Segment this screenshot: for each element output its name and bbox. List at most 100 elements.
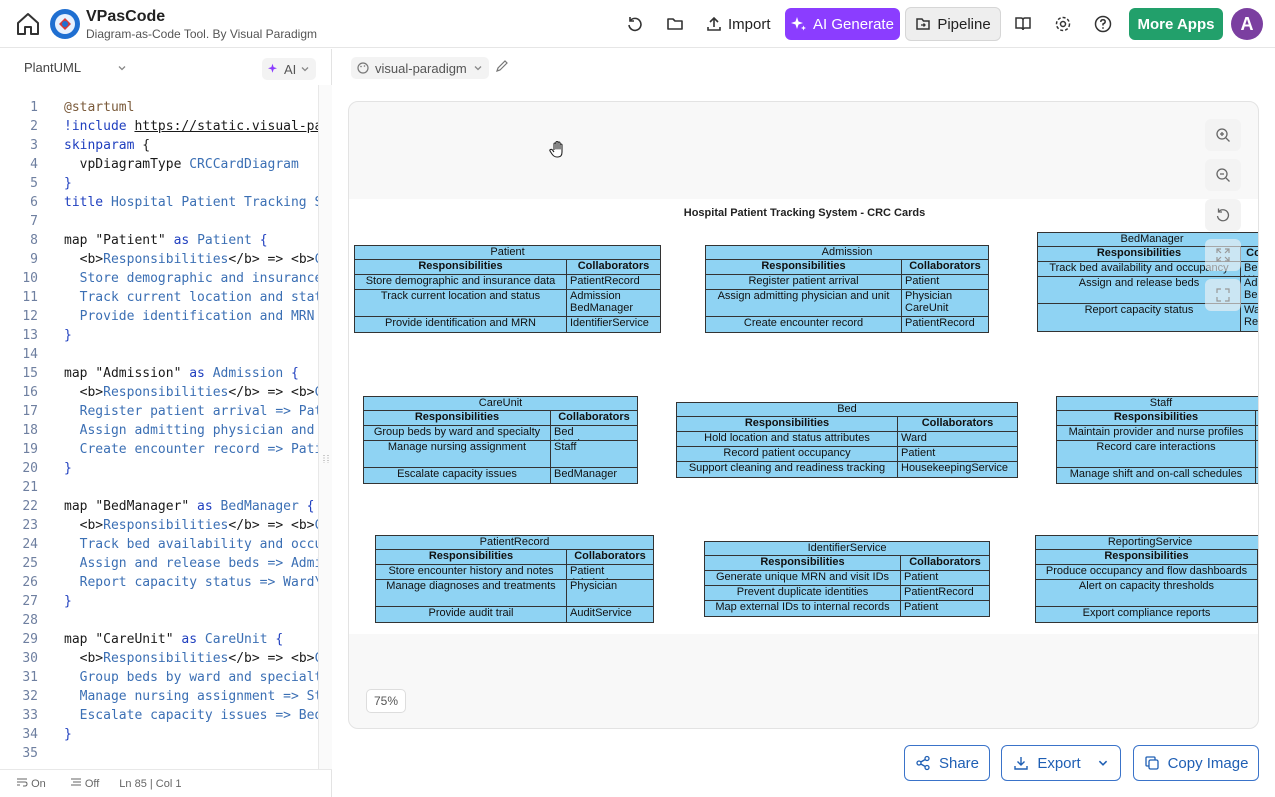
code-line[interactable]: 3 skinparam { xyxy=(0,136,332,155)
code-line[interactable]: 32 Manage nursing assignment => Staf xyxy=(0,687,332,706)
code-token: </b> => <b> xyxy=(228,385,315,400)
line-number: 32 xyxy=(22,689,38,704)
code-content: Assign and release beds => Admiss xyxy=(64,554,332,573)
code-line[interactable]: 16 <b>Responsibilities</b> => <b>Col xyxy=(0,383,332,402)
zoom-in-button[interactable] xyxy=(1205,119,1241,151)
code-line[interactable]: 13} xyxy=(0,326,332,345)
code-line[interactable]: 1 @startuml xyxy=(0,98,332,117)
crc-card-reportingservice[interactable]: ReportingService Responsibilities Produce … xyxy=(1035,535,1258,623)
line-number: 14 xyxy=(22,347,38,362)
editor-status-bar: On Off Ln 85 | Col 1 xyxy=(0,769,332,797)
import-button[interactable]: Import xyxy=(700,9,777,39)
code-line[interactable]: 31 Group beds by ward and specialty xyxy=(0,668,332,687)
code-line[interactable]: 17 Register patient arrival => Patie xyxy=(0,402,332,421)
code-line[interactable]: 18 Assign admitting physician and un xyxy=(0,421,332,440)
collaborator-cell: Physician xyxy=(570,580,618,592)
code-line[interactable]: 35 xyxy=(0,744,332,763)
undo-button[interactable] xyxy=(623,12,647,36)
responsibilities-header: Responsibilities xyxy=(1036,550,1258,564)
code-line[interactable]: 26 Report capacity status => Ward\nR xyxy=(0,573,332,592)
crc-card-row: Map external IDs to internal records Pati… xyxy=(705,601,989,616)
code-line[interactable]: 2 !include https://static.visual-para xyxy=(0,117,332,136)
sparkle-icon xyxy=(268,63,277,73)
language-select[interactable]: PlantUML xyxy=(24,60,127,75)
code-line[interactable]: 10 Store demographic and insurance d xyxy=(0,269,332,288)
format-icon xyxy=(70,778,81,786)
edit-theme-button[interactable] xyxy=(495,59,509,78)
code-line[interactable]: 29 map "CareUnit" as CareUnit { xyxy=(0,630,332,649)
code-line[interactable]: 9 <b>Responsibilities</b> => <b>Col xyxy=(0,250,332,269)
code-line[interactable]: 12 Provide identification and MRN => xyxy=(0,307,332,326)
collaborator-cell: Patient xyxy=(904,601,939,613)
code-line[interactable]: 15 map "Admission" as Admission { xyxy=(0,364,332,383)
code-line[interactable]: 14 xyxy=(0,345,332,364)
zoom-out-button[interactable] xyxy=(1205,159,1241,191)
crc-card-row: Provide audit trail AuditService xyxy=(376,607,653,622)
import-label: Import xyxy=(728,15,771,33)
pipeline-button[interactable]: Pipeline xyxy=(905,7,1001,41)
fit-screen-button[interactable] xyxy=(1205,239,1241,271)
crc-card-bed[interactable]: Bed Responsibilities Collaborators Hold loc… xyxy=(676,402,1018,478)
code-line[interactable]: 23 <b>Responsibilities</b> => <b>Col xyxy=(0,516,332,535)
ai-assist-select[interactable]: AI xyxy=(262,58,317,80)
code-line[interactable]: 34} xyxy=(0,725,332,744)
responsibilities-header: Responsibilities xyxy=(364,411,551,425)
docs-button[interactable] xyxy=(1011,12,1035,36)
user-avatar[interactable]: A xyxy=(1231,8,1263,40)
code-line[interactable]: 11 Track current location and status xyxy=(0,288,332,307)
code-line[interactable]: 8 map "Patient" as Patient { xyxy=(0,231,332,250)
line-number: 1 xyxy=(30,100,38,115)
word-wrap-toggle[interactable]: On xyxy=(16,777,46,790)
crc-card-patient[interactable]: Patient Responsibilities Collaborators Stor… xyxy=(354,245,661,333)
code-line[interactable]: 24 Track bed availability and occupa xyxy=(0,535,332,554)
more-apps-button[interactable]: More Apps xyxy=(1129,8,1223,40)
collaborator-cell: IdentifierService xyxy=(570,317,649,329)
theme-select[interactable]: visual-paradigm xyxy=(351,57,489,79)
editor-splitter[interactable] xyxy=(318,85,332,769)
fullscreen-icon xyxy=(1216,288,1230,302)
collaborator-cell: Patient xyxy=(901,447,936,459)
format-toggle[interactable]: Off xyxy=(70,777,99,790)
code-line[interactable]: 22 map "BedManager" as BedManager { xyxy=(0,497,332,516)
help-button[interactable] xyxy=(1091,12,1115,36)
crc-card-admission[interactable]: Admission Responsibilities Collaborators Re… xyxy=(705,245,989,333)
code-token: Responsibilities xyxy=(103,252,229,267)
code-line[interactable]: 4 vpDiagramType CRCCardDiagram xyxy=(0,155,332,174)
app-title: VPasCode xyxy=(86,8,166,25)
code-line[interactable]: 19 Create encounter record => Patier xyxy=(0,440,332,459)
code-line[interactable]: 33 Escalate capacity issues => BedMa xyxy=(0,706,332,725)
palette-icon xyxy=(357,62,369,74)
copy-icon xyxy=(1144,756,1159,770)
settings-button[interactable] xyxy=(1051,12,1075,36)
code-line[interactable]: 28 xyxy=(0,611,332,630)
code-line[interactable]: 5} xyxy=(0,174,332,193)
zoom-level[interactable]: 75% xyxy=(366,689,406,713)
export-button[interactable]: Export xyxy=(1001,745,1121,781)
responsibilities-header: Responsibilities xyxy=(355,260,567,274)
crc-card-identifierservice[interactable]: IdentifierService Responsibilities Collabo… xyxy=(704,541,990,617)
diagram-canvas[interactable]: Hospital Patient Tracking System - CRC C… xyxy=(348,101,1259,729)
share-button[interactable]: Share xyxy=(904,745,990,781)
crc-card-header-row: Responsibilities Collaborators xyxy=(705,556,989,571)
collaborator-cell: PatientRecord xyxy=(904,586,974,598)
code-line[interactable]: 7 xyxy=(0,212,332,231)
code-line[interactable]: 25 Assign and release beds => Admiss xyxy=(0,554,332,573)
crc-card-careunit[interactable]: CareUnit Responsibilities Collaborators Gro… xyxy=(363,396,638,484)
code-line[interactable]: 27} xyxy=(0,592,332,611)
reset-zoom-button[interactable] xyxy=(1205,199,1241,231)
code-line[interactable]: 6 title Hospital Patient Tracking Sys xyxy=(0,193,332,212)
code-content: @startuml xyxy=(64,98,134,117)
line-number: 8 xyxy=(30,233,38,248)
code-line[interactable]: 30 <b>Responsibilities</b> => <b>Col xyxy=(0,649,332,668)
crc-card-staff[interactable]: Staff Responsibilities Maintain provider a… xyxy=(1056,396,1258,484)
ai-generate-button[interactable]: AI Generate xyxy=(785,8,900,40)
copy-image-button[interactable]: Copy Image xyxy=(1133,745,1259,781)
code-text-area[interactable]: 1 @startuml 2 !include https://static.visua… xyxy=(0,98,332,768)
crc-card-patientrecord[interactable]: PatientRecord Responsibilities Collaborato… xyxy=(375,535,654,623)
open-folder-button[interactable] xyxy=(663,12,687,36)
code-line[interactable]: 21 xyxy=(0,478,332,497)
crc-card-row: Generate unique MRN and visit IDs Patient xyxy=(705,571,989,586)
home-button[interactable] xyxy=(12,9,44,39)
code-line[interactable]: 20} xyxy=(0,459,332,478)
fullscreen-button[interactable] xyxy=(1205,279,1241,311)
